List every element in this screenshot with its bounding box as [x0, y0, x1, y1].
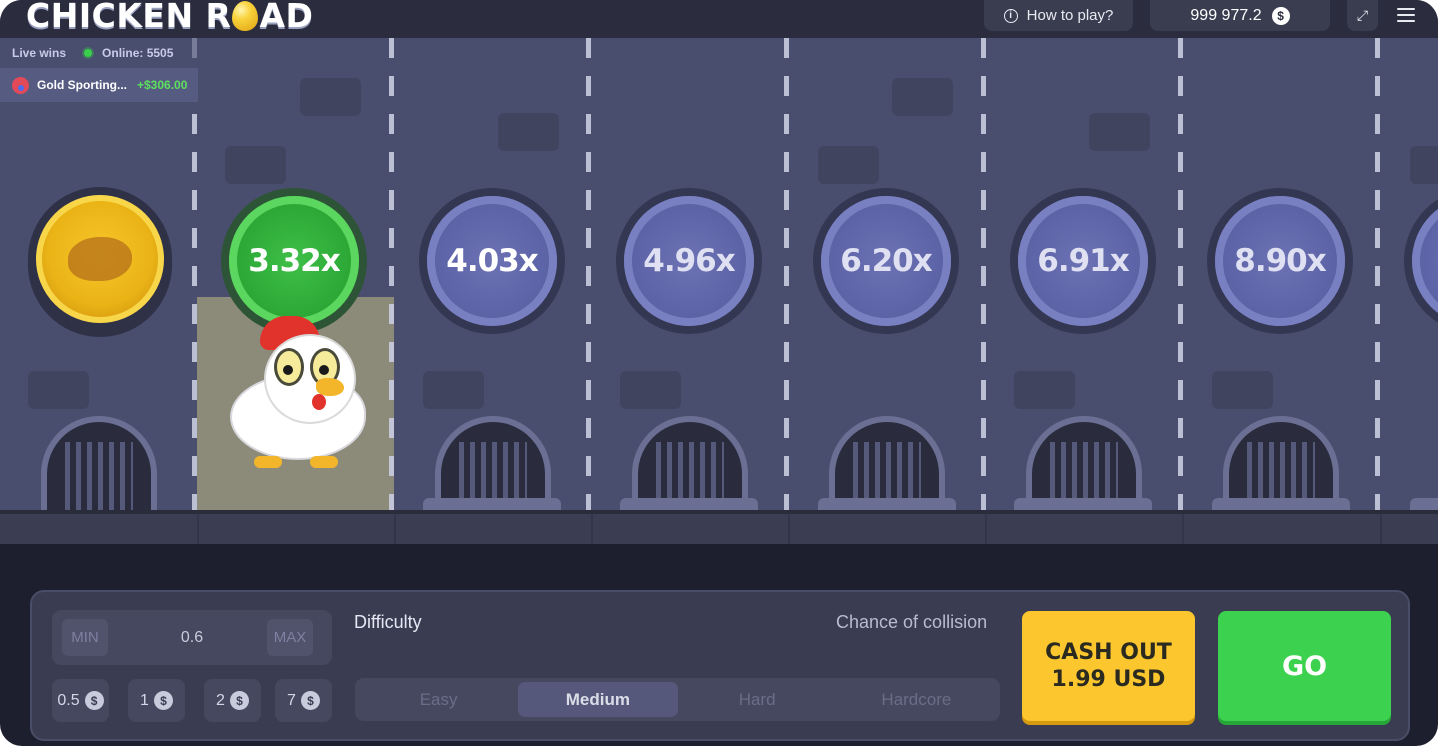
multiplier-4-03: 4.03x: [427, 196, 557, 326]
how-to-play-label: How to play?: [1026, 7, 1114, 24]
dollar-coin-icon: $: [229, 691, 249, 710]
wall-brick: [1212, 371, 1273, 409]
difficulty-hardcore[interactable]: Hardcore: [837, 682, 996, 717]
grate-base: [620, 498, 758, 510]
multiplier-3-32: 3.32x: [229, 196, 359, 326]
bet-amount-input[interactable]: 0.6: [122, 619, 262, 656]
multiplier-6-20: 6.20x: [821, 196, 951, 326]
grate-base: [1410, 498, 1438, 510]
menu-line: [1397, 20, 1415, 22]
balance-display: 999 977.2 $: [1150, 0, 1330, 31]
sewer-grate-icon: [1026, 416, 1142, 510]
top-bar: CHICKEN R AD i How to play? 999 977.2 $ ⤢: [0, 0, 1438, 38]
lane-divider: [784, 38, 789, 510]
menu-line: [1397, 14, 1415, 16]
wall-brick: [620, 371, 681, 409]
live-wins-panel: Live wins Online: 5505 Gold Sporting... …: [0, 38, 198, 102]
multiplier-6-91: 6.91x: [1018, 196, 1148, 326]
roast-chicken-coin-icon: [36, 195, 164, 323]
dollar-coin-icon: $: [1271, 6, 1290, 25]
menu-button[interactable]: [1394, 4, 1418, 26]
live-win-entry: Gold Sporting... +$306.00: [0, 68, 198, 102]
fullscreen-icon: ⤢: [1356, 7, 1369, 23]
quick-bet-label: 2: [216, 691, 225, 709]
cash-out-label: CASH OUT: [1045, 640, 1172, 665]
info-icon: i: [1003, 8, 1018, 23]
live-wins-title: Live wins: [12, 46, 67, 60]
win-user: Gold Sporting...: [37, 78, 127, 92]
balance-value: 999 977.2: [1190, 6, 1262, 24]
dollar-coin-icon: $: [153, 691, 173, 710]
hamburger-menu-icon: [1397, 8, 1415, 10]
lane-divider: [586, 38, 591, 510]
grate-base: [1014, 498, 1152, 510]
lane-divider: [1375, 38, 1380, 510]
game-window: 3.32x 4.03x 4.96x 6.20x 6.91x 8.90x Live…: [0, 0, 1438, 746]
avatar: [12, 76, 29, 94]
logo-text-right: AD: [259, 0, 314, 35]
multiplier-next: [1412, 196, 1438, 326]
wall-brick: [892, 78, 953, 116]
grate-base: [1212, 498, 1350, 510]
difficulty-easy[interactable]: Easy: [359, 682, 518, 717]
dollar-coin-icon: $: [84, 691, 104, 710]
dollar-coin-icon: $: [300, 691, 320, 710]
difficulty-selector: Easy Medium Hard Hardcore: [355, 678, 1000, 721]
wall-brick: [498, 113, 559, 151]
how-to-play-button[interactable]: i How to play?: [984, 0, 1133, 31]
quick-bet-label: 7: [287, 691, 296, 709]
online-dot-icon: [84, 49, 93, 57]
logo-text-left: CHICKEN R: [26, 0, 232, 35]
wall-brick: [28, 371, 89, 409]
sewer-grate-icon: [829, 416, 945, 510]
chance-of-collision-label: Chance of collision: [836, 612, 988, 632]
quick-bet-label: 0.5: [57, 691, 80, 709]
bet-amount-box: MIN 0.6 MAX: [52, 610, 332, 665]
quick-bet-0-5[interactable]: 0.5 $: [52, 679, 109, 722]
wall-brick: [1410, 146, 1438, 184]
chicken-character-icon: [224, 316, 374, 472]
min-bet-button[interactable]: MIN: [62, 619, 108, 656]
cash-out-amount: 1.99 USD: [1051, 667, 1166, 692]
game-logo: CHICKEN R AD: [26, 0, 313, 35]
quick-bet-2[interactable]: 2 $: [204, 679, 261, 722]
lane-divider: [981, 38, 986, 510]
difficulty-medium[interactable]: Medium: [518, 682, 678, 717]
wall-brick: [818, 146, 879, 184]
wall-brick: [423, 371, 484, 409]
lane-divider: [1178, 38, 1183, 510]
sewer-grate-icon: [435, 416, 551, 510]
quick-bet-7[interactable]: 7 $: [275, 679, 332, 722]
online-count: Online: 5505: [84, 46, 173, 60]
golden-egg-icon: [232, 1, 259, 31]
fullscreen-button[interactable]: ⤢: [1347, 0, 1378, 31]
cash-out-button[interactable]: CASH OUT 1.99 USD: [1022, 611, 1195, 721]
win-amount: +$306.00: [137, 78, 188, 92]
difficulty-label: Difficulty: [354, 612, 422, 632]
sewer-grate-icon: [1223, 416, 1339, 510]
game-board: 3.32x 4.03x 4.96x 6.20x 6.91x 8.90x: [0, 38, 1438, 510]
sewer-grate-icon: [632, 416, 748, 510]
wall-brick: [225, 146, 286, 184]
wall-brick: [1014, 371, 1075, 409]
sewer-grate-icon: [41, 416, 157, 510]
lane-divider: [192, 38, 197, 510]
quick-bet-label: 1: [140, 691, 149, 709]
lane-divider: [389, 38, 394, 510]
quick-bet-1[interactable]: 1 $: [128, 679, 185, 722]
control-panel: MIN 0.6 MAX 0.5 $ 1 $ 2 $ 7 $ Difficulty…: [30, 590, 1410, 741]
online-label: Online: 5505: [102, 46, 174, 60]
go-button[interactable]: GO: [1218, 611, 1391, 721]
wall-brick: [300, 78, 361, 116]
grate-base: [423, 498, 561, 510]
max-bet-button[interactable]: MAX: [267, 619, 313, 656]
wall-brick: [1089, 113, 1150, 151]
difficulty-hard[interactable]: Hard: [678, 682, 837, 717]
multiplier-4-96: 4.96x: [624, 196, 754, 326]
multiplier-8-90: 8.90x: [1215, 196, 1345, 326]
grate-base: [818, 498, 956, 510]
road-edge: [0, 510, 1438, 544]
